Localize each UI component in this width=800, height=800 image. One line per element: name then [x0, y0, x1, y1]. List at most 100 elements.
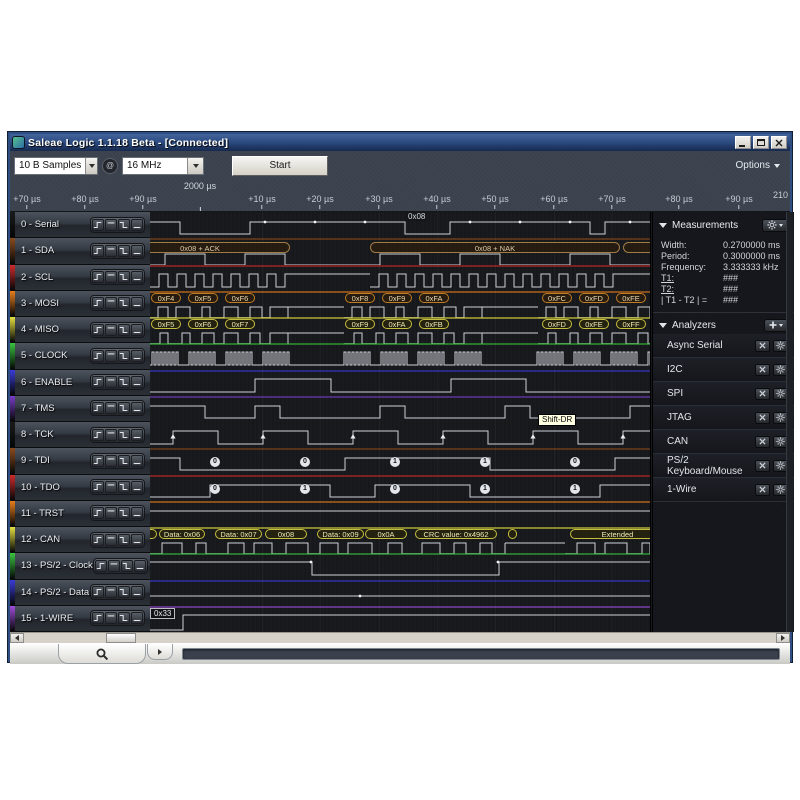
trigger-rising-edge-button[interactable] [92, 218, 104, 231]
trigger-low-button[interactable] [131, 218, 143, 231]
channel-label[interactable]: 13 - PS/2 - Clock [21, 560, 93, 571]
sample-count-select[interactable]: 10 B Samples [14, 156, 98, 175]
trigger-rising-edge-button[interactable] [92, 244, 104, 257]
channel-label[interactable]: 7 - TMS [21, 403, 90, 414]
trigger-low-button[interactable] [131, 507, 143, 520]
channel-label[interactable]: 8 - TCK [21, 429, 90, 440]
analyzer-item[interactable]: 1-Wire [653, 478, 794, 502]
channel-label[interactable]: 15 - 1-WIRE [21, 613, 90, 624]
trigger-rising-edge-button[interactable] [92, 402, 104, 415]
remove-analyzer-button[interactable] [755, 411, 770, 424]
trigger-high-button[interactable] [105, 271, 117, 284]
analyzers-header[interactable]: Analyzers [653, 316, 794, 334]
remove-analyzer-button[interactable] [755, 363, 770, 376]
trigger-high-button[interactable] [105, 612, 117, 625]
trigger-high-button[interactable] [105, 402, 117, 415]
trigger-high-button[interactable] [105, 349, 117, 362]
trigger-low-button[interactable] [131, 612, 143, 625]
minimize-button[interactable] [735, 136, 751, 149]
measurement-row[interactable]: T2: ### [661, 284, 788, 295]
zoom-tool-tab[interactable] [58, 644, 146, 664]
trigger-high-button[interactable] [105, 428, 117, 441]
trigger-high-button[interactable] [105, 507, 117, 520]
trigger-low-button[interactable] [131, 271, 143, 284]
trigger-falling-edge-button[interactable] [118, 376, 130, 389]
dropdown-arrow-icon[interactable] [85, 157, 97, 174]
options-menu[interactable]: Options [736, 160, 786, 171]
trigger-low-button[interactable] [131, 297, 143, 310]
trigger-falling-edge-button[interactable] [118, 297, 130, 310]
remove-analyzer-button[interactable] [755, 387, 770, 400]
channel-label[interactable]: 9 - TDI [21, 455, 90, 466]
measurement-row[interactable]: T1: ### [661, 273, 788, 284]
trigger-high-button[interactable] [105, 218, 117, 231]
expand-tools-tab[interactable] [147, 644, 173, 660]
channel-label[interactable]: 4 - MISO [21, 324, 90, 335]
trigger-rising-edge-button[interactable] [92, 533, 104, 546]
scroll-right-button[interactable] [776, 633, 790, 643]
trigger-falling-edge-button[interactable] [118, 454, 130, 467]
trigger-high-button[interactable] [105, 376, 117, 389]
title-bar[interactable]: Saleae Logic 1.1.18 Beta - [Connected] [10, 134, 790, 151]
trigger-low-button[interactable] [131, 533, 143, 546]
horizontal-scrollbar[interactable] [10, 632, 790, 643]
trigger-high-button[interactable] [105, 323, 117, 336]
waveform-area[interactable]: 0x08 + ACK 0x08 + NAK 0xF4 0xF5 0xF6 0xF8 0xF9… [150, 212, 651, 632]
trigger-low-button[interactable] [131, 586, 143, 599]
trigger-rising-edge-button[interactable] [92, 271, 104, 284]
channel-label[interactable]: 10 - TDO [21, 482, 90, 493]
trigger-falling-edge-button[interactable] [118, 507, 130, 520]
channel-label[interactable]: 2 - SCL [21, 272, 90, 283]
trigger-rising-edge-button[interactable] [92, 297, 104, 310]
channel-label[interactable]: 6 - ENABLE [21, 377, 90, 388]
trigger-rising-edge-button[interactable] [92, 481, 104, 494]
add-analyzer-button[interactable] [764, 318, 788, 332]
trigger-low-button[interactable] [131, 402, 143, 415]
channel-label[interactable]: 1 - SDA [21, 245, 90, 256]
analyzer-item[interactable]: SPI [653, 382, 794, 406]
trigger-falling-edge-button[interactable] [118, 349, 130, 362]
analyzer-item[interactable]: Async Serial [653, 334, 794, 358]
trigger-low-button[interactable] [133, 559, 146, 572]
trigger-high-button[interactable] [105, 533, 117, 546]
trigger-falling-edge-button[interactable] [118, 323, 130, 336]
trigger-rising-edge-button[interactable] [92, 454, 104, 467]
trigger-rising-edge-button[interactable] [92, 428, 104, 441]
trigger-low-button[interactable] [131, 349, 143, 362]
trigger-falling-edge-button[interactable] [118, 428, 130, 441]
measurements-settings-button[interactable] [762, 218, 788, 232]
analyzer-item[interactable]: I2C [653, 358, 794, 382]
trigger-low-button[interactable] [131, 376, 143, 389]
sample-rate-select[interactable]: 16 MHz [122, 156, 204, 175]
trigger-falling-edge-button[interactable] [118, 481, 130, 494]
trigger-falling-edge-button[interactable] [118, 586, 130, 599]
trigger-falling-edge-button[interactable] [118, 533, 130, 546]
channel-label[interactable]: 3 - MOSI [21, 298, 90, 309]
trigger-falling-edge-button[interactable] [120, 559, 133, 572]
trigger-low-button[interactable] [131, 323, 143, 336]
scroll-left-button[interactable] [10, 633, 24, 643]
channel-label[interactable]: 5 - CLOCK [21, 350, 90, 361]
trigger-low-button[interactable] [131, 428, 143, 441]
trigger-rising-edge-button[interactable] [92, 612, 104, 625]
trigger-high-button[interactable] [105, 244, 117, 257]
trigger-high-button[interactable] [107, 559, 120, 572]
channel-label[interactable]: 12 - CAN [21, 534, 90, 545]
remove-analyzer-button[interactable] [755, 459, 770, 472]
remove-analyzer-button[interactable] [755, 339, 770, 352]
collapse-triangle-icon[interactable] [659, 222, 667, 228]
trigger-rising-edge-button[interactable] [92, 376, 104, 389]
scrollbar-thumb[interactable] [106, 633, 136, 643]
analyzer-item[interactable]: PS/2 Keyboard/Mouse [653, 454, 794, 478]
trigger-falling-edge-button[interactable] [118, 612, 130, 625]
trigger-high-button[interactable] [105, 586, 117, 599]
remove-analyzer-button[interactable] [755, 483, 770, 496]
trigger-rising-edge-button[interactable] [92, 323, 104, 336]
analyzer-item[interactable]: JTAG [653, 406, 794, 430]
trigger-high-button[interactable] [105, 481, 117, 494]
trigger-falling-edge-button[interactable] [118, 244, 130, 257]
measurements-header[interactable]: Measurements [653, 216, 794, 234]
analyzer-item[interactable]: CAN [653, 430, 794, 454]
panel-scrollbar[interactable] [786, 212, 793, 632]
remove-analyzer-button[interactable] [755, 435, 770, 448]
